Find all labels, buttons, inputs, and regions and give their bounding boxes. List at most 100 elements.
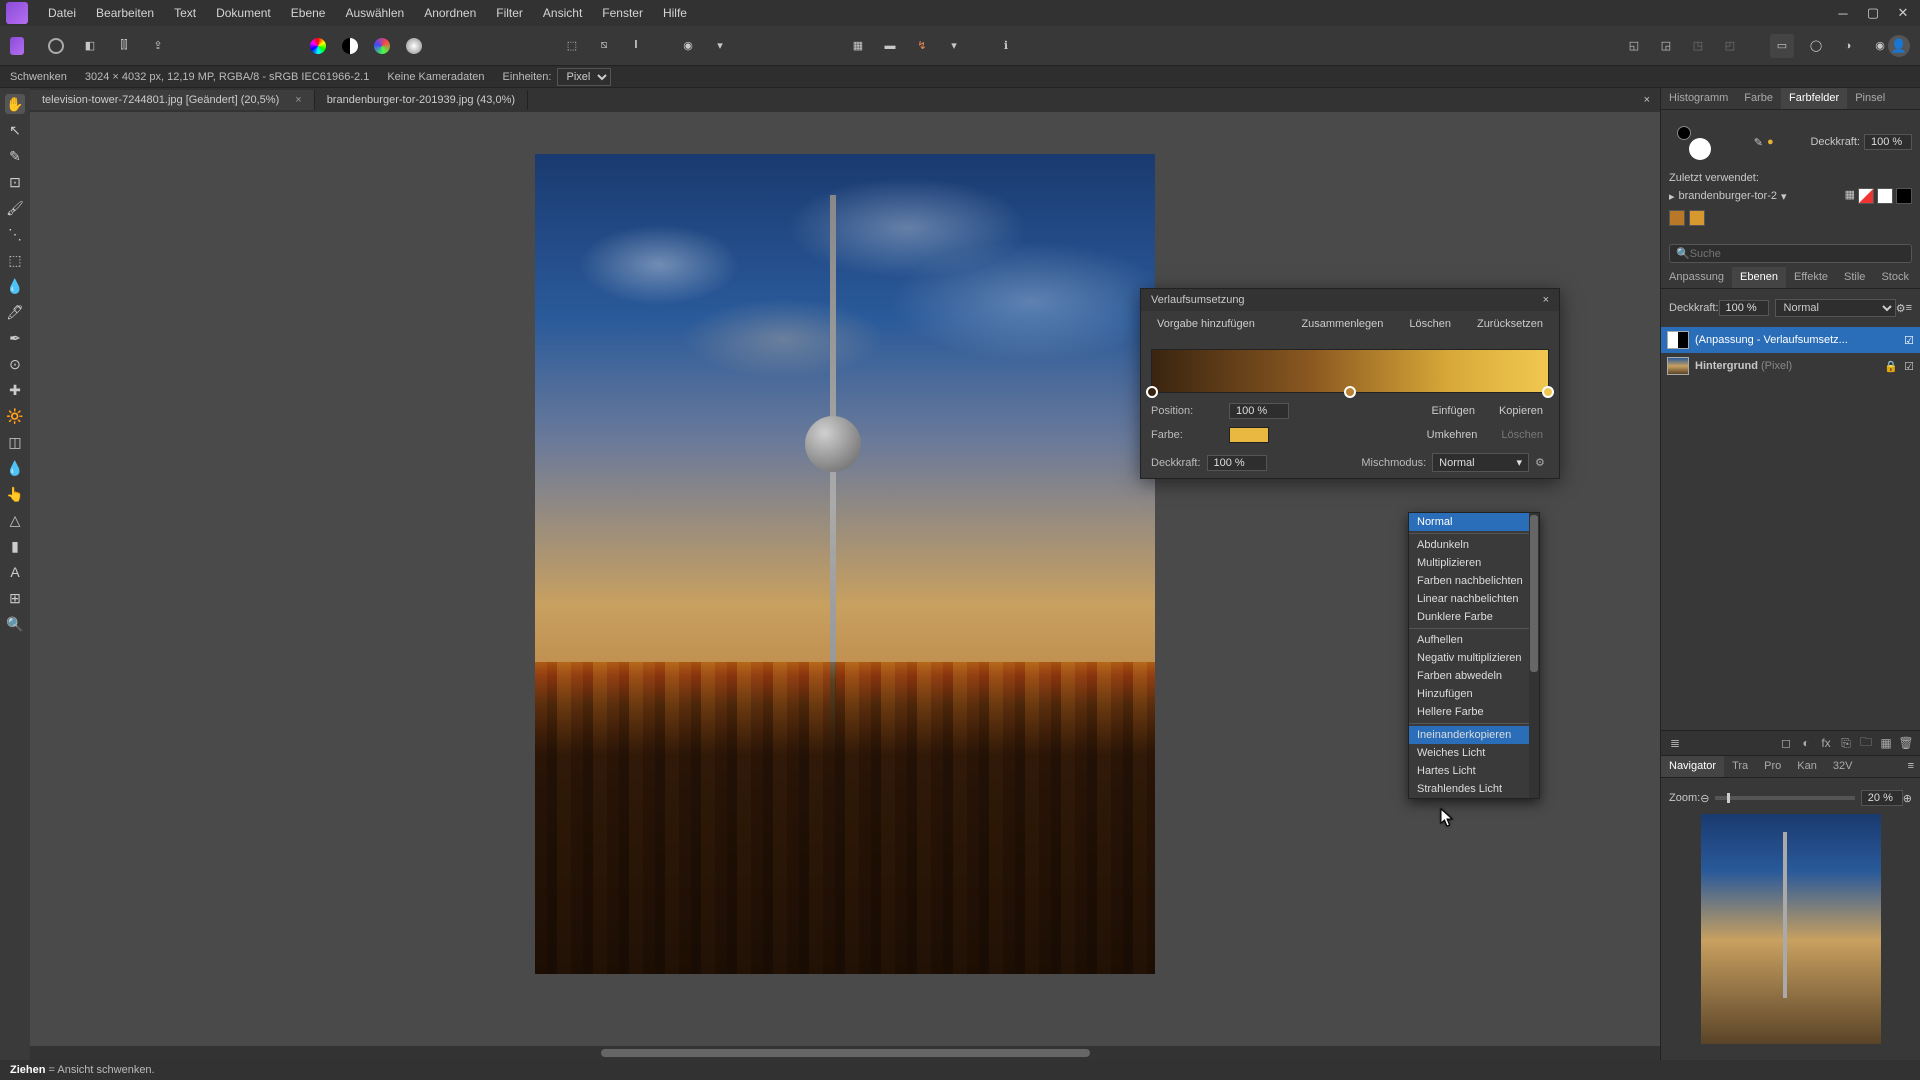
blend-option[interactable]: Normal [1409,513,1539,531]
tab-close-icon[interactable]: × [295,94,301,106]
panel-tab-effekte[interactable]: Effekte [1786,267,1836,288]
dropdown-icon[interactable]: ▾ [708,34,732,58]
menu-auswaehlen[interactable]: Auswählen [335,2,414,24]
pen-tool[interactable]: ✒ [5,328,25,348]
blend-option[interactable]: Hartes Licht [1409,762,1539,780]
layer-background[interactable]: Hintergrund (Pixel) 🔒 ☑ [1661,353,1920,379]
preset-swatch-3[interactable] [1896,188,1912,204]
reset-button[interactable]: Zurücksetzen [1471,316,1549,332]
persona-develop-icon[interactable]: ◧ [78,34,102,58]
move-tool[interactable]: ↖ [5,120,25,140]
panel-tab-navigator[interactable]: Navigator [1661,756,1724,777]
panel-tab-farbfelder[interactable]: Farbfelder [1781,88,1847,109]
layer-adjustment[interactable]: (Anpassung - Verlaufsumsetz... ☑ [1661,327,1920,353]
menu-ebene[interactable]: Ebene [281,2,336,24]
layer-menu-icon[interactable]: ≡ [1906,302,1912,314]
blend-option[interactable]: Ineinanderkopieren [1409,726,1539,744]
panel-tab-ebenen[interactable]: Ebenen [1732,267,1786,288]
units-select[interactable]: Pixel [557,68,611,86]
menu-ansicht[interactable]: Ansicht [533,2,592,24]
color-wheel-icon[interactable] [306,34,330,58]
selection-brush-tool[interactable]: ⋱ [5,224,25,244]
dropdown-scrollbar[interactable] [1529,513,1539,798]
mask-icon[interactable]: ◻ [1778,735,1794,751]
heal-tool[interactable]: ✚ [5,380,25,400]
crop-tool[interactable]: ⊡ [5,172,25,192]
color-picker-tool[interactable]: ✎ [5,146,25,166]
panel-menu-icon[interactable]: ≡ [1902,756,1920,777]
menu-anordnen[interactable]: Anordnen [414,2,486,24]
reverse-button[interactable]: Umkehren [1421,427,1484,443]
copy-button[interactable]: Kopieren [1493,403,1549,419]
marquee-tool[interactable]: ⬚ [5,250,25,270]
insert-button[interactable]: Einfügen [1426,403,1481,419]
gradient-stop-2[interactable] [1344,386,1356,398]
gradient-stop-3[interactable] [1542,386,1554,398]
persona-tone-icon[interactable]: ⫿⫿ [112,34,136,58]
hand-tool[interactable]: ✋ [5,94,25,114]
close-button[interactable]: ✕ [1890,0,1916,26]
layout-icon[interactable]: ▭ [1770,34,1794,58]
lock-icon[interactable]: 🔒 [1884,360,1898,373]
blend-option[interactable]: Dunklere Farbe [1409,608,1539,626]
blend-option[interactable]: Negativ multiplizieren [1409,649,1539,667]
panel-tab-anpassung[interactable]: Anpassung [1661,267,1732,288]
dialog-close-icon[interactable]: × [1543,294,1549,306]
menu-bearbeiten[interactable]: Bearbeiten [86,2,164,24]
align-icon[interactable]: ▬ [878,34,902,58]
delete-stop-button[interactable]: Löschen [1495,427,1549,443]
menu-text[interactable]: Text [164,2,206,24]
zoom-in-icon[interactable]: ⊕ [1903,792,1912,805]
document-tab-2[interactable]: brandenburger-tor-201939.jpg (43,0%) [315,90,528,110]
brush-tool[interactable]: 🖌 [5,198,25,218]
gradient-stop-1[interactable] [1146,386,1158,398]
preset-swatch-1[interactable] [1858,188,1874,204]
fx-icon[interactable]: fx [1818,735,1834,751]
mesh-tool[interactable]: ⊞ [5,588,25,608]
adjustment-icon[interactable]: ◐ [1798,735,1814,751]
color-swatch[interactable] [1229,427,1269,443]
bw-icon[interactable] [338,34,362,58]
search-box[interactable]: 🔍 [1669,244,1912,263]
preset-grid-icon[interactable]: ▦ [1845,188,1855,204]
preset-chevron-icon[interactable]: ▸ [1669,190,1675,203]
preset-swatch-2[interactable] [1877,188,1893,204]
blend-mode-select[interactable]: Normal▾ [1432,453,1529,472]
panel-tab-kanaele[interactable]: Kan [1789,756,1825,777]
preset-dropdown-icon[interactable]: ▾ [1781,190,1787,203]
layer-gear-icon[interactable]: ⚙ [1896,302,1906,315]
panel-tab-protokoll[interactable]: Pro [1756,756,1789,777]
snap-dropdown-icon[interactable]: ▾ [942,34,966,58]
persona-export-icon[interactable]: ⇪ [146,34,170,58]
zoom-out-icon[interactable]: ⊖ [1700,792,1709,805]
gradient-icon[interactable] [402,34,426,58]
zoom-tool[interactable]: 🔍 [5,614,25,634]
panel-tab-32v[interactable]: 32V [1825,756,1861,777]
blend-option[interactable]: Farben abwedeln [1409,667,1539,685]
menu-fenster[interactable]: Fenster [592,2,653,24]
persona-photo-icon[interactable] [10,34,34,58]
info-icon[interactable]: ℹ [994,34,1018,58]
flood-tool[interactable]: 💧 [5,276,25,296]
zoom-slider[interactable] [1715,796,1854,800]
panel-tab-histogramm[interactable]: Histogramm [1661,88,1736,109]
text-tool[interactable]: A [5,562,25,582]
recent-swatch-1[interactable] [1669,210,1685,226]
menu-dokument[interactable]: Dokument [206,2,281,24]
assist2-icon[interactable]: ◑ [1836,34,1860,58]
selection-subtract-icon[interactable]: ⧅ [592,34,616,58]
zoom-value[interactable]: 20 % [1861,790,1903,806]
delete-layer-icon[interactable]: 🗑 [1898,735,1914,751]
gradient-editor[interactable] [1151,349,1549,393]
blur-tool[interactable]: 💧 [5,458,25,478]
menu-filter[interactable]: Filter [486,2,533,24]
snap-icon[interactable]: ↯ [910,34,934,58]
arrange3-icon[interactable]: ◳ [1686,34,1710,58]
opacity-value[interactable]: 100 % [1864,134,1912,150]
clone-tool[interactable]: ⊙ [5,354,25,374]
arrange4-icon[interactable]: ◰ [1718,34,1742,58]
blend-option[interactable]: Abdunkeln [1409,536,1539,554]
panel-tab-stile[interactable]: Stile [1836,267,1873,288]
grid-icon[interactable]: ▦ [846,34,870,58]
visibility-checkbox[interactable]: ☑ [1904,360,1914,373]
